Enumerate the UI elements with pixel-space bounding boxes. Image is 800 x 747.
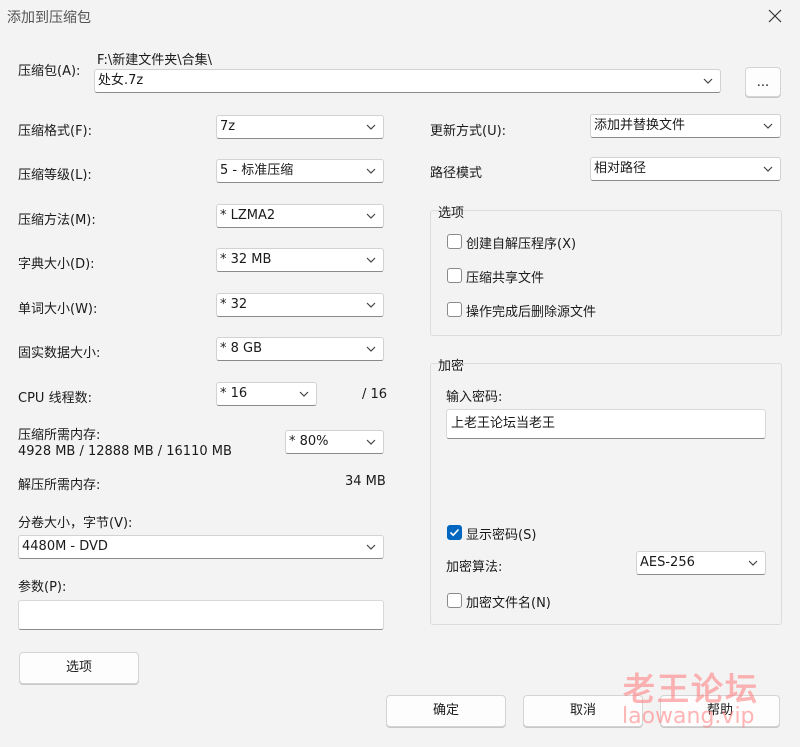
show-password-checkbox[interactable] bbox=[447, 525, 462, 540]
encryption-group-title: 加密 bbox=[438, 359, 465, 374]
enc-filenames-checkbox[interactable] bbox=[447, 593, 462, 608]
split-label: 分卷大小，字节(V): bbox=[18, 516, 133, 531]
level-label: 压缩等级(L): bbox=[18, 168, 92, 183]
archive-name-combo[interactable]: 处女.7z bbox=[94, 69, 721, 93]
close-icon bbox=[768, 9, 782, 23]
chevron-down-icon bbox=[366, 213, 376, 219]
solid-value: * 8 GB bbox=[220, 341, 263, 356]
format-select[interactable]: 7z bbox=[216, 115, 384, 139]
chevron-down-icon bbox=[366, 302, 376, 308]
chevron-down-icon bbox=[366, 257, 376, 263]
chevron-down-icon bbox=[366, 168, 376, 174]
password-input[interactable]: 上老王论坛当老王 bbox=[446, 409, 766, 439]
format-value: 7z bbox=[220, 119, 236, 134]
mem-detail: 4928 MB / 12888 MB / 16110 MB bbox=[18, 444, 232, 459]
dict-value: * 32 MB bbox=[220, 252, 272, 267]
window-title: 添加到压缩包 bbox=[7, 10, 91, 26]
path-mode-value: 相对路径 bbox=[594, 161, 647, 176]
password-value: 上老王论坛当老王 bbox=[451, 416, 556, 431]
mem-select[interactable]: * 80% bbox=[285, 430, 384, 454]
word-value: * 32 bbox=[220, 297, 248, 312]
archive-name-value: 处女.7z bbox=[98, 73, 144, 88]
shared-label: 压缩共享文件 bbox=[466, 271, 545, 286]
sfx-checkbox[interactable] bbox=[447, 234, 462, 249]
chevron-down-icon bbox=[748, 560, 758, 566]
mem-label: 压缩所需内存: bbox=[18, 428, 101, 443]
show-password-label: 显示密码(S) bbox=[466, 528, 537, 543]
enc-filenames-label: 加密文件名(N) bbox=[466, 596, 551, 611]
chevron-down-icon bbox=[366, 346, 376, 352]
params-input[interactable] bbox=[18, 600, 384, 630]
format-label: 压缩格式(F): bbox=[18, 124, 93, 139]
delete-label: 操作完成后删除源文件 bbox=[466, 305, 597, 320]
solid-label: 固实数据大小: bbox=[18, 346, 101, 361]
threads-value: * 16 bbox=[220, 386, 248, 401]
word-label: 单词大小(W): bbox=[18, 302, 98, 317]
decomp-label: 解压所需内存: bbox=[18, 478, 101, 493]
decomp-value: 34 MB bbox=[345, 474, 386, 489]
split-select[interactable]: 4480M - DVD bbox=[18, 535, 384, 559]
split-value: 4480M - DVD bbox=[22, 539, 108, 554]
solid-select[interactable]: * 8 GB bbox=[216, 337, 384, 361]
dict-select[interactable]: * 32 MB bbox=[216, 248, 384, 272]
chevron-down-icon bbox=[703, 78, 713, 84]
update-label: 更新方式(U): bbox=[430, 124, 507, 139]
checkmark-icon bbox=[449, 528, 460, 537]
ok-button[interactable]: 确定 bbox=[386, 695, 506, 727]
mem-value: * 80% bbox=[289, 434, 329, 449]
sfx-label: 创建自解压程序(X) bbox=[466, 237, 577, 252]
chevron-down-icon bbox=[366, 439, 376, 445]
update-select[interactable]: 添加并替换文件 bbox=[590, 114, 781, 138]
threads-label: CPU 线程数: bbox=[18, 391, 92, 406]
word-select[interactable]: * 32 bbox=[216, 293, 384, 317]
level-value: 5 - 标准压缩 bbox=[220, 163, 294, 178]
close-button[interactable] bbox=[760, 4, 790, 28]
method-select[interactable]: * LZMA2 bbox=[216, 204, 384, 228]
title-bar: 添加到压缩包 bbox=[0, 0, 800, 32]
threads-total: / 16 bbox=[362, 387, 388, 402]
chevron-down-icon bbox=[763, 123, 773, 129]
chevron-down-icon bbox=[366, 124, 376, 130]
path-mode-select[interactable]: 相对路径 bbox=[590, 157, 781, 181]
enc-method-select[interactable]: AES-256 bbox=[636, 551, 766, 575]
options-group-title: 选项 bbox=[438, 206, 465, 221]
enc-method-label: 加密算法: bbox=[446, 560, 503, 575]
chevron-down-icon bbox=[299, 391, 309, 397]
update-value: 添加并替换文件 bbox=[594, 118, 686, 133]
params-label: 参数(P): bbox=[18, 580, 67, 595]
delete-checkbox[interactable] bbox=[447, 302, 462, 317]
archive-path: F:\新建文件夹\合集\ bbox=[97, 53, 212, 68]
browse-button[interactable]: ... bbox=[745, 67, 781, 97]
dict-label: 字典大小(D): bbox=[18, 257, 95, 272]
chevron-down-icon bbox=[366, 544, 376, 550]
threads-select[interactable]: * 16 bbox=[216, 382, 317, 406]
watermark-url: laowang.vip bbox=[622, 704, 755, 729]
level-select[interactable]: 5 - 标准压缩 bbox=[216, 159, 384, 183]
chevron-down-icon bbox=[763, 166, 773, 172]
archive-label: 压缩包(A): bbox=[18, 64, 81, 79]
enc-method-value: AES-256 bbox=[640, 555, 695, 570]
path-mode-label: 路径模式 bbox=[430, 166, 483, 181]
shared-checkbox[interactable] bbox=[447, 268, 462, 283]
method-value: * LZMA2 bbox=[220, 208, 276, 223]
password-label: 输入密码: bbox=[446, 390, 503, 405]
method-label: 压缩方法(M): bbox=[18, 213, 96, 228]
add-to-archive-dialog: 添加到压缩包 压缩包(A): F:\新建文件夹\合集\ 处女.7z ... 压缩… bbox=[0, 0, 800, 747]
options-button[interactable]: 选项 bbox=[19, 652, 139, 684]
